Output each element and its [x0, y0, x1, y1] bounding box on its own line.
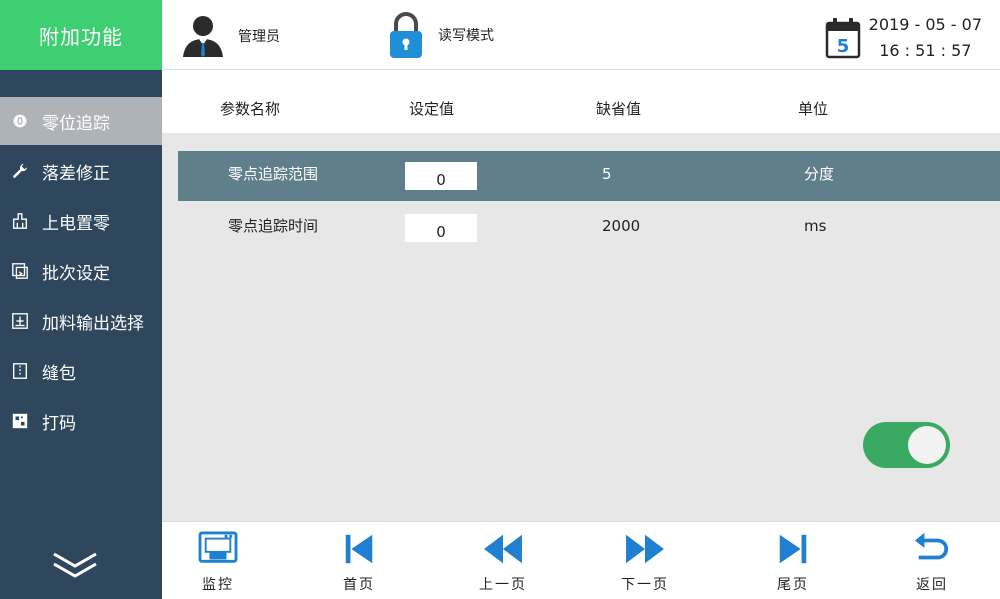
monitor-icon	[198, 531, 238, 563]
toggle-knob	[908, 426, 946, 464]
time-display: 16 : 51 : 57	[879, 41, 972, 60]
sidebar: 零位追踪 落差修正 上电置零 批次设定 加料输出选择 缝包 打码	[0, 70, 162, 599]
default-value: 2000	[602, 217, 641, 235]
sidebar-item-label: 上电置零	[42, 213, 110, 234]
wrench-icon	[10, 161, 30, 181]
unit: 分度	[804, 165, 835, 183]
lock-icon	[390, 12, 422, 58]
sidebar-item-power-on-zero[interactable]: 上电置零	[0, 197, 162, 245]
header-param-name: 参数名称	[220, 100, 281, 118]
toggle-switch[interactable]	[863, 422, 950, 468]
print-code-icon	[10, 411, 30, 431]
mode-block[interactable]: 读写模式	[388, 10, 494, 60]
monitor-label: 监控	[202, 577, 234, 593]
last-page-label: 尾页	[777, 577, 809, 593]
unit: ms	[804, 217, 827, 235]
sidebar-item-label: 零位追踪	[42, 113, 110, 134]
batch-icon	[10, 261, 30, 281]
set-value-input[interactable]: 0	[405, 214, 477, 242]
rewind-icon	[484, 534, 522, 564]
app-title: 附加功能	[0, 0, 162, 70]
default-value: 5	[602, 165, 612, 183]
sidebar-item-label: 打码	[42, 413, 76, 434]
user-block[interactable]: 管理员	[180, 12, 280, 60]
back-label: 返回	[916, 577, 948, 593]
double-chevron-down-icon[interactable]	[50, 548, 100, 582]
sidebar-item-batch-setting[interactable]: 批次设定	[0, 247, 162, 295]
parameter-panel: 参数名称 设定值 缺省值 单位 零点追踪范围 0 5 分度 零点追踪时间 0 2…	[162, 71, 1000, 521]
user-icon	[183, 16, 223, 57]
feed-output-icon	[10, 311, 30, 331]
sidebar-item-zero-tracking[interactable]: 零位追踪	[0, 97, 162, 145]
zero-track-icon	[10, 111, 30, 131]
calendar-day: 5	[836, 36, 849, 57]
header-set-value: 设定值	[409, 100, 455, 118]
next-page-button[interactable]: 下一页	[600, 530, 690, 596]
header-unit: 单位	[798, 100, 829, 118]
prev-page-label: 上一页	[479, 577, 527, 593]
date-display: 2019 - 05 - 07	[868, 15, 982, 34]
monitor-button[interactable]: 监控	[173, 530, 263, 596]
param-name: 零点追踪范围	[228, 165, 319, 183]
last-page-button[interactable]: 尾页	[748, 530, 838, 596]
return-arrow-icon	[914, 532, 949, 560]
table-header: 参数名称 设定值 缺省值 单位	[162, 71, 1000, 133]
first-page-label: 首页	[343, 577, 375, 593]
user-role-label: 管理员	[238, 29, 280, 45]
table-row[interactable]: 零点追踪时间 0 2000 ms	[178, 203, 1000, 253]
sidebar-item-bag-sewing[interactable]: 缝包	[0, 347, 162, 395]
mode-label: 读写模式	[438, 28, 494, 44]
power-zero-icon	[10, 211, 30, 231]
last-page-icon	[779, 534, 807, 564]
bottom-toolbar: 监控 首页 上一页 下一页 尾页 返回	[162, 521, 1000, 599]
sidebar-item-print-code[interactable]: 打码	[0, 397, 162, 445]
back-button[interactable]: 返回	[887, 530, 977, 596]
datetime-block: 5 2019 - 05 - 07 16 : 51 : 57	[825, 12, 982, 64]
sidebar-item-label: 落差修正	[42, 163, 110, 184]
fast-forward-icon	[626, 534, 664, 564]
header-default-value: 缺省值	[596, 100, 642, 118]
sewing-icon	[10, 361, 30, 381]
calendar-icon: 5	[825, 18, 860, 59]
first-page-button[interactable]: 首页	[314, 530, 404, 596]
sidebar-item-label: 批次设定	[42, 263, 110, 284]
table-row[interactable]: 零点追踪范围 0 5 分度	[178, 151, 1000, 201]
param-name: 零点追踪时间	[228, 217, 319, 235]
sidebar-item-feed-output[interactable]: 加料输出选择	[0, 297, 162, 345]
sidebar-item-label: 缝包	[42, 363, 76, 384]
first-page-icon	[345, 534, 373, 564]
prev-page-button[interactable]: 上一页	[458, 530, 548, 596]
set-value-input[interactable]: 0	[405, 162, 477, 190]
top-bar: 管理员 读写模式 5 2019 - 05 - 07 16 : 51 : 57	[162, 0, 1000, 70]
next-page-label: 下一页	[621, 577, 669, 593]
sidebar-item-drop-correction[interactable]: 落差修正	[0, 147, 162, 195]
sidebar-item-label: 加料输出选择	[42, 313, 144, 334]
